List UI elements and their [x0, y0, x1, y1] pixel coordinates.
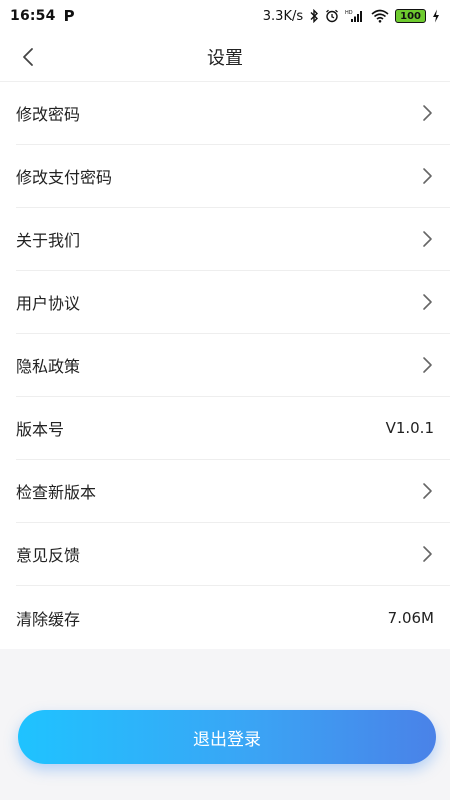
settings-item-label: 关于我们 — [16, 231, 81, 250]
battery-indicator: 100 — [395, 9, 426, 23]
wifi-icon — [371, 9, 389, 23]
settings-item-change-payment-password[interactable]: 修改支付密码 — [16, 145, 450, 208]
hd-label: HD — [345, 10, 353, 16]
settings-item-about-us[interactable]: 关于我们 — [16, 208, 450, 271]
settings-list: 修改密码 修改支付密码 关于我们 用户协议 隐私政策 版本号 V1.0.1 检查… — [0, 82, 450, 649]
status-right: 3.3K/s HD 100 — [263, 9, 440, 24]
chevron-right-icon — [423, 231, 432, 247]
status-left: 16:54 P — [10, 7, 75, 25]
settings-item-version: 版本号 V1.0.1 — [16, 397, 450, 460]
settings-item-feedback[interactable]: 意见反馈 — [16, 523, 450, 586]
chevron-right-icon — [423, 546, 432, 562]
settings-item-label: 隐私政策 — [16, 357, 81, 376]
settings-item-label: 清除缓存 — [16, 609, 81, 629]
network-speed: 3.3K/s — [262, 8, 304, 24]
nav-bar: 设置 — [0, 32, 450, 82]
bluetooth-icon — [309, 9, 319, 23]
chevron-right-icon — [423, 357, 432, 373]
settings-item-check-update[interactable]: 检查新版本 — [16, 460, 450, 523]
settings-item-clear-cache[interactable]: 清除缓存 7.06M — [16, 586, 450, 649]
settings-item-label: 修改支付密码 — [16, 168, 113, 187]
logout-button[interactable]: 退出登录 — [18, 710, 436, 764]
version-value: V1.0.1 — [385, 419, 434, 437]
chevron-right-icon — [423, 105, 432, 121]
settings-item-label: 修改密码 — [16, 105, 81, 124]
charging-icon — [432, 9, 440, 23]
settings-item-label: 用户协议 — [16, 294, 81, 313]
settings-item-label: 版本号 — [16, 420, 65, 439]
alarm-icon — [325, 9, 339, 23]
chevron-left-icon — [23, 48, 33, 66]
page-title: 设置 — [207, 47, 243, 69]
chevron-right-icon — [423, 168, 432, 184]
settings-item-change-password[interactable]: 修改密码 — [16, 82, 450, 145]
cache-size-value: 7.06M — [387, 608, 434, 627]
logout-container: 退出登录 — [18, 710, 436, 764]
settings-item-label: 意见反馈 — [16, 546, 81, 565]
settings-item-privacy-policy[interactable]: 隐私政策 — [16, 334, 450, 397]
back-button[interactable] — [8, 32, 48, 82]
chevron-right-icon — [423, 483, 432, 499]
status-time: 16:54 — [10, 8, 56, 24]
status-bar: 16:54 P 3.3K/s HD 100 — [0, 0, 450, 32]
settings-item-user-agreement[interactable]: 用户协议 — [16, 271, 450, 334]
settings-item-label: 检查新版本 — [16, 483, 97, 502]
app-notification-icon: P — [63, 7, 75, 25]
signal-icon: HD — [345, 9, 365, 23]
chevron-right-icon — [423, 294, 432, 310]
